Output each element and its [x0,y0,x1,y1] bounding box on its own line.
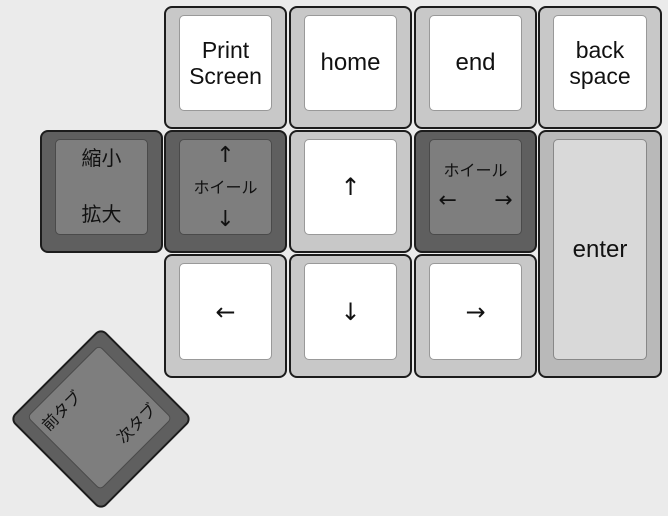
end-key[interactable]: end [414,6,537,129]
up-arrow-key[interactable]: ↑ [289,130,412,253]
print-screen-label-line2: Screen [189,63,262,89]
prev-tab-label: 前タブ [38,387,86,435]
end-label: end [455,49,496,76]
print-screen-key[interactable]: Print Screen [164,6,287,129]
down-arrow-icon: ↓ [340,297,361,326]
home-key[interactable]: home [289,6,412,129]
wheel-right-arrow-icon: → [494,188,513,213]
down-arrow-key[interactable]: ↓ [289,254,412,378]
wheel-down-arrow-icon: ↓ [216,207,235,232]
right-arrow-key[interactable]: → [414,254,537,378]
zoom-key[interactable]: 縮小 拡大 [40,130,163,253]
next-tab-label: 次タブ [113,399,161,448]
home-label: home [320,49,381,76]
wheel-vertical-label: ホイール [193,178,258,197]
wheel-left-arrow-icon: ← [438,188,457,213]
zoom-out-label: 縮小 [81,146,122,170]
zoom-in-label: 拡大 [81,202,122,226]
left-arrow-icon: ← [215,297,236,326]
up-arrow-icon: ↑ [340,173,361,201]
backspace-key[interactable]: back space [538,6,662,129]
wheel-horizontal-label: ホイール [443,161,508,180]
print-screen-label-line1: Print [201,37,250,63]
wheel-vertical-key[interactable]: ↑ ホイール ↓ [164,130,287,253]
backspace-label-line2: space [569,63,631,89]
left-arrow-key[interactable]: ← [164,254,287,378]
backspace-label-line1: back [575,37,625,63]
enter-key[interactable]: enter [538,130,662,378]
wheel-up-arrow-icon: ↑ [216,143,235,168]
right-arrow-icon: → [465,297,486,326]
wheel-horizontal-key[interactable]: ホイール ← → [414,130,537,253]
wheel-horizontal-arrows: ← → [439,189,513,213]
enter-label: enter [572,235,628,263]
